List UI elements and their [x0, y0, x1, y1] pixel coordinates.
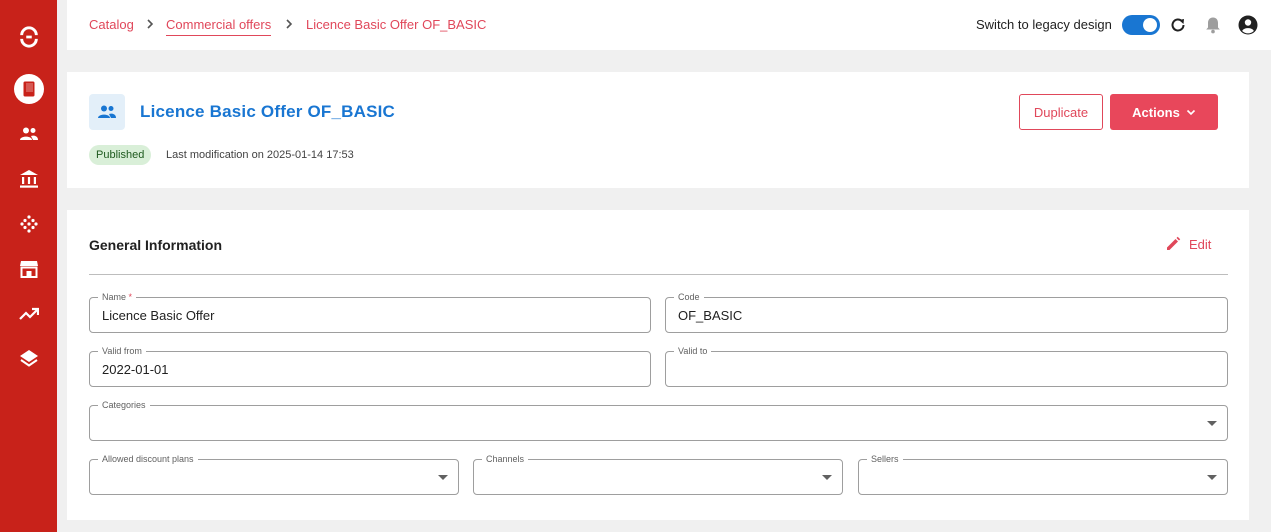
offer-icon — [89, 94, 125, 130]
duplicate-button[interactable]: Duplicate — [1019, 94, 1103, 130]
dropdown-arrow-icon[interactable] — [822, 475, 832, 480]
trending-up-icon[interactable] — [0, 299, 57, 329]
chevron-right-icon — [283, 17, 295, 31]
categories-select[interactable]: Categories — [89, 399, 1228, 441]
chevron-down-icon — [1186, 109, 1196, 116]
actions-button[interactable]: Actions — [1110, 94, 1218, 130]
network-dots-icon[interactable] — [0, 209, 57, 239]
section-title: General Information — [89, 237, 223, 253]
channels-select-label: Channels — [482, 453, 529, 465]
name-field-value: Licence Basic Offer — [102, 308, 215, 323]
last-modification: Last modification on 2025-01-14 17:53 — [166, 149, 354, 161]
offer-header-card: Licence Basic Offer OF_BASIC Published L… — [67, 72, 1249, 188]
valid-from-field-value: 2022-01-01 — [102, 362, 169, 377]
toggle-knob — [1143, 18, 1157, 32]
dropdown-arrow-icon[interactable] — [1207, 421, 1217, 426]
chevron-right-icon — [144, 17, 156, 31]
sellers-select-label: Sellers — [867, 453, 903, 465]
code-field-label: Code — [674, 291, 704, 303]
discount-plans-select-label: Allowed discount plans — [98, 453, 198, 465]
section-divider — [89, 274, 1228, 275]
categories-select-label: Categories — [98, 399, 150, 411]
dropdown-arrow-icon[interactable] — [438, 475, 448, 480]
catalog-book-icon[interactable] — [0, 74, 57, 104]
bank-icon[interactable] — [0, 164, 57, 194]
edit-label: Edit — [1189, 236, 1212, 252]
code-field-value: OF_BASIC — [678, 308, 743, 323]
status-badge: Published — [89, 145, 152, 165]
actions-button-label: Actions — [1132, 104, 1180, 120]
layers-icon[interactable] — [0, 344, 57, 374]
bell-icon[interactable] — [1202, 14, 1224, 36]
logo-icon[interactable] — [0, 22, 57, 52]
legacy-design-toggle[interactable] — [1122, 15, 1160, 35]
name-field[interactable]: Name * Licence Basic Offer — [89, 291, 651, 333]
breadcrumb-current: Licence Basic Offer OF_BASIC — [306, 17, 487, 32]
valid-from-field-label: Valid from — [98, 345, 146, 357]
legacy-design-label: Switch to legacy design — [976, 17, 1112, 32]
breadcrumb-catalog[interactable]: Catalog — [89, 17, 134, 32]
channels-select[interactable]: Channels — [473, 453, 843, 495]
store-icon[interactable] — [0, 254, 57, 284]
valid-to-field[interactable]: Valid to — [665, 345, 1228, 387]
account-icon[interactable] — [1237, 14, 1259, 36]
valid-to-field-label: Valid to — [674, 345, 712, 357]
sellers-select[interactable]: Sellers — [858, 453, 1228, 495]
code-field[interactable]: Code OF_BASIC — [665, 291, 1228, 333]
general-information-card: General Information Edit Name * Licence … — [67, 210, 1249, 520]
name-field-label: Name * — [98, 291, 137, 303]
sidebar — [0, 0, 57, 532]
topbar: Catalog Commercial offers Licence Basic … — [67, 0, 1271, 50]
pencil-icon — [1165, 236, 1181, 252]
breadcrumb-commercial-offers[interactable]: Commercial offers — [166, 17, 272, 36]
dropdown-arrow-icon[interactable] — [1207, 475, 1217, 480]
valid-from-field[interactable]: Valid from 2022-01-01 — [89, 345, 651, 387]
refresh-icon[interactable] — [1167, 14, 1189, 36]
users-icon[interactable] — [0, 119, 57, 149]
discount-plans-select[interactable]: Allowed discount plans — [89, 453, 459, 495]
offer-title: Licence Basic Offer OF_BASIC — [140, 102, 396, 121]
edit-button[interactable]: Edit — [1165, 236, 1211, 252]
